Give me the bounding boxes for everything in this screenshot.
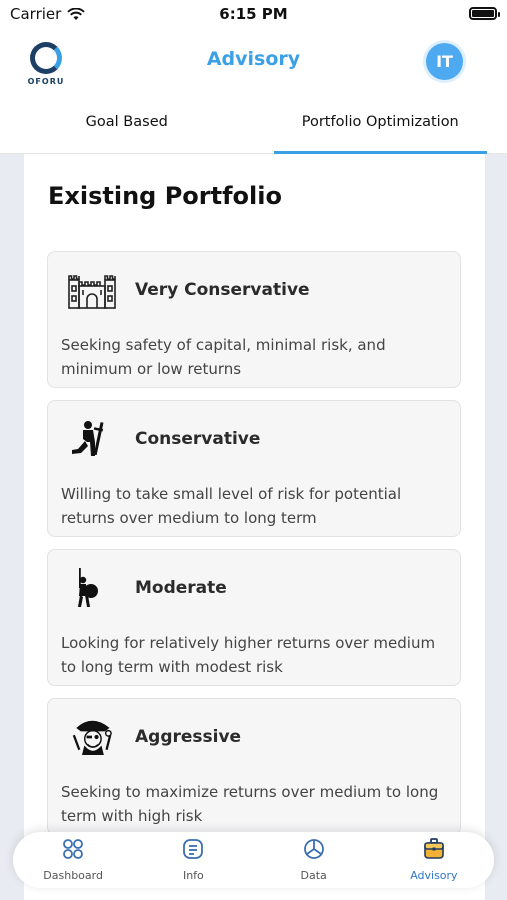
nav-label: Dashboard	[43, 869, 103, 882]
tab-portfolio-optimization[interactable]: Portfolio Optimization	[254, 92, 507, 154]
document-icon	[183, 839, 204, 859]
portfolio-card-very-conservative[interactable]: Very Conservative Seeking safety of capi…	[47, 251, 461, 388]
briefcase-icon	[424, 838, 444, 859]
tab-bar: Goal Based Portfolio Optimization	[0, 92, 507, 154]
user-avatar[interactable]: IT	[426, 43, 463, 80]
card-description: Looking for relatively higher returns ov…	[61, 634, 436, 676]
battery-icon	[469, 7, 500, 20]
nav-advisory[interactable]: Advisory	[374, 832, 494, 888]
portfolio-card-aggressive[interactable]: Aggressive Seeking to maximize returns o…	[47, 698, 461, 835]
nav-label: Data	[300, 869, 327, 882]
castle-icon	[68, 275, 116, 309]
main-content: Existing Portfolio Very Conservative See…	[24, 154, 485, 900]
tab-goal-based[interactable]: Goal Based	[0, 92, 254, 153]
card-description: Seeking to maximize returns over medium …	[61, 783, 439, 825]
card-title: Very Conservative	[135, 280, 310, 300]
card-title: Conservative	[135, 429, 261, 449]
nav-dashboard[interactable]: Dashboard	[13, 832, 133, 888]
nav-data[interactable]: Data	[254, 832, 374, 888]
pie-chart-icon	[303, 839, 324, 859]
status-time: 6:15 PM	[219, 5, 288, 23]
nav-label: Info	[182, 869, 204, 882]
warrior-shield-icon	[78, 568, 98, 607]
card-title: Aggressive	[135, 727, 242, 747]
pirate-icon	[72, 720, 112, 755]
nav-info[interactable]: Info	[133, 832, 253, 888]
nav-label: Advisory	[410, 869, 458, 882]
app-header: OFORU Advisory IT	[0, 30, 507, 92]
status-bar: Carrier 6:15 PM	[0, 0, 507, 30]
card-description: Seeking safety of capital, minimal risk,…	[61, 336, 386, 378]
logo-text: OFORU	[27, 77, 65, 86]
section-title: Existing Portfolio	[48, 182, 282, 210]
card-description: Willing to take small level of risk for …	[61, 485, 402, 527]
card-title: Moderate	[135, 578, 227, 598]
kneeling-knight-icon	[72, 421, 104, 456]
portfolio-card-conservative[interactable]: Conservative Willing to take small level…	[47, 400, 461, 537]
grid-icon	[63, 839, 84, 859]
portfolio-card-moderate[interactable]: Moderate Looking for relatively higher r…	[47, 549, 461, 686]
bottom-nav: Dashboard Info Data Advisory	[13, 832, 494, 888]
